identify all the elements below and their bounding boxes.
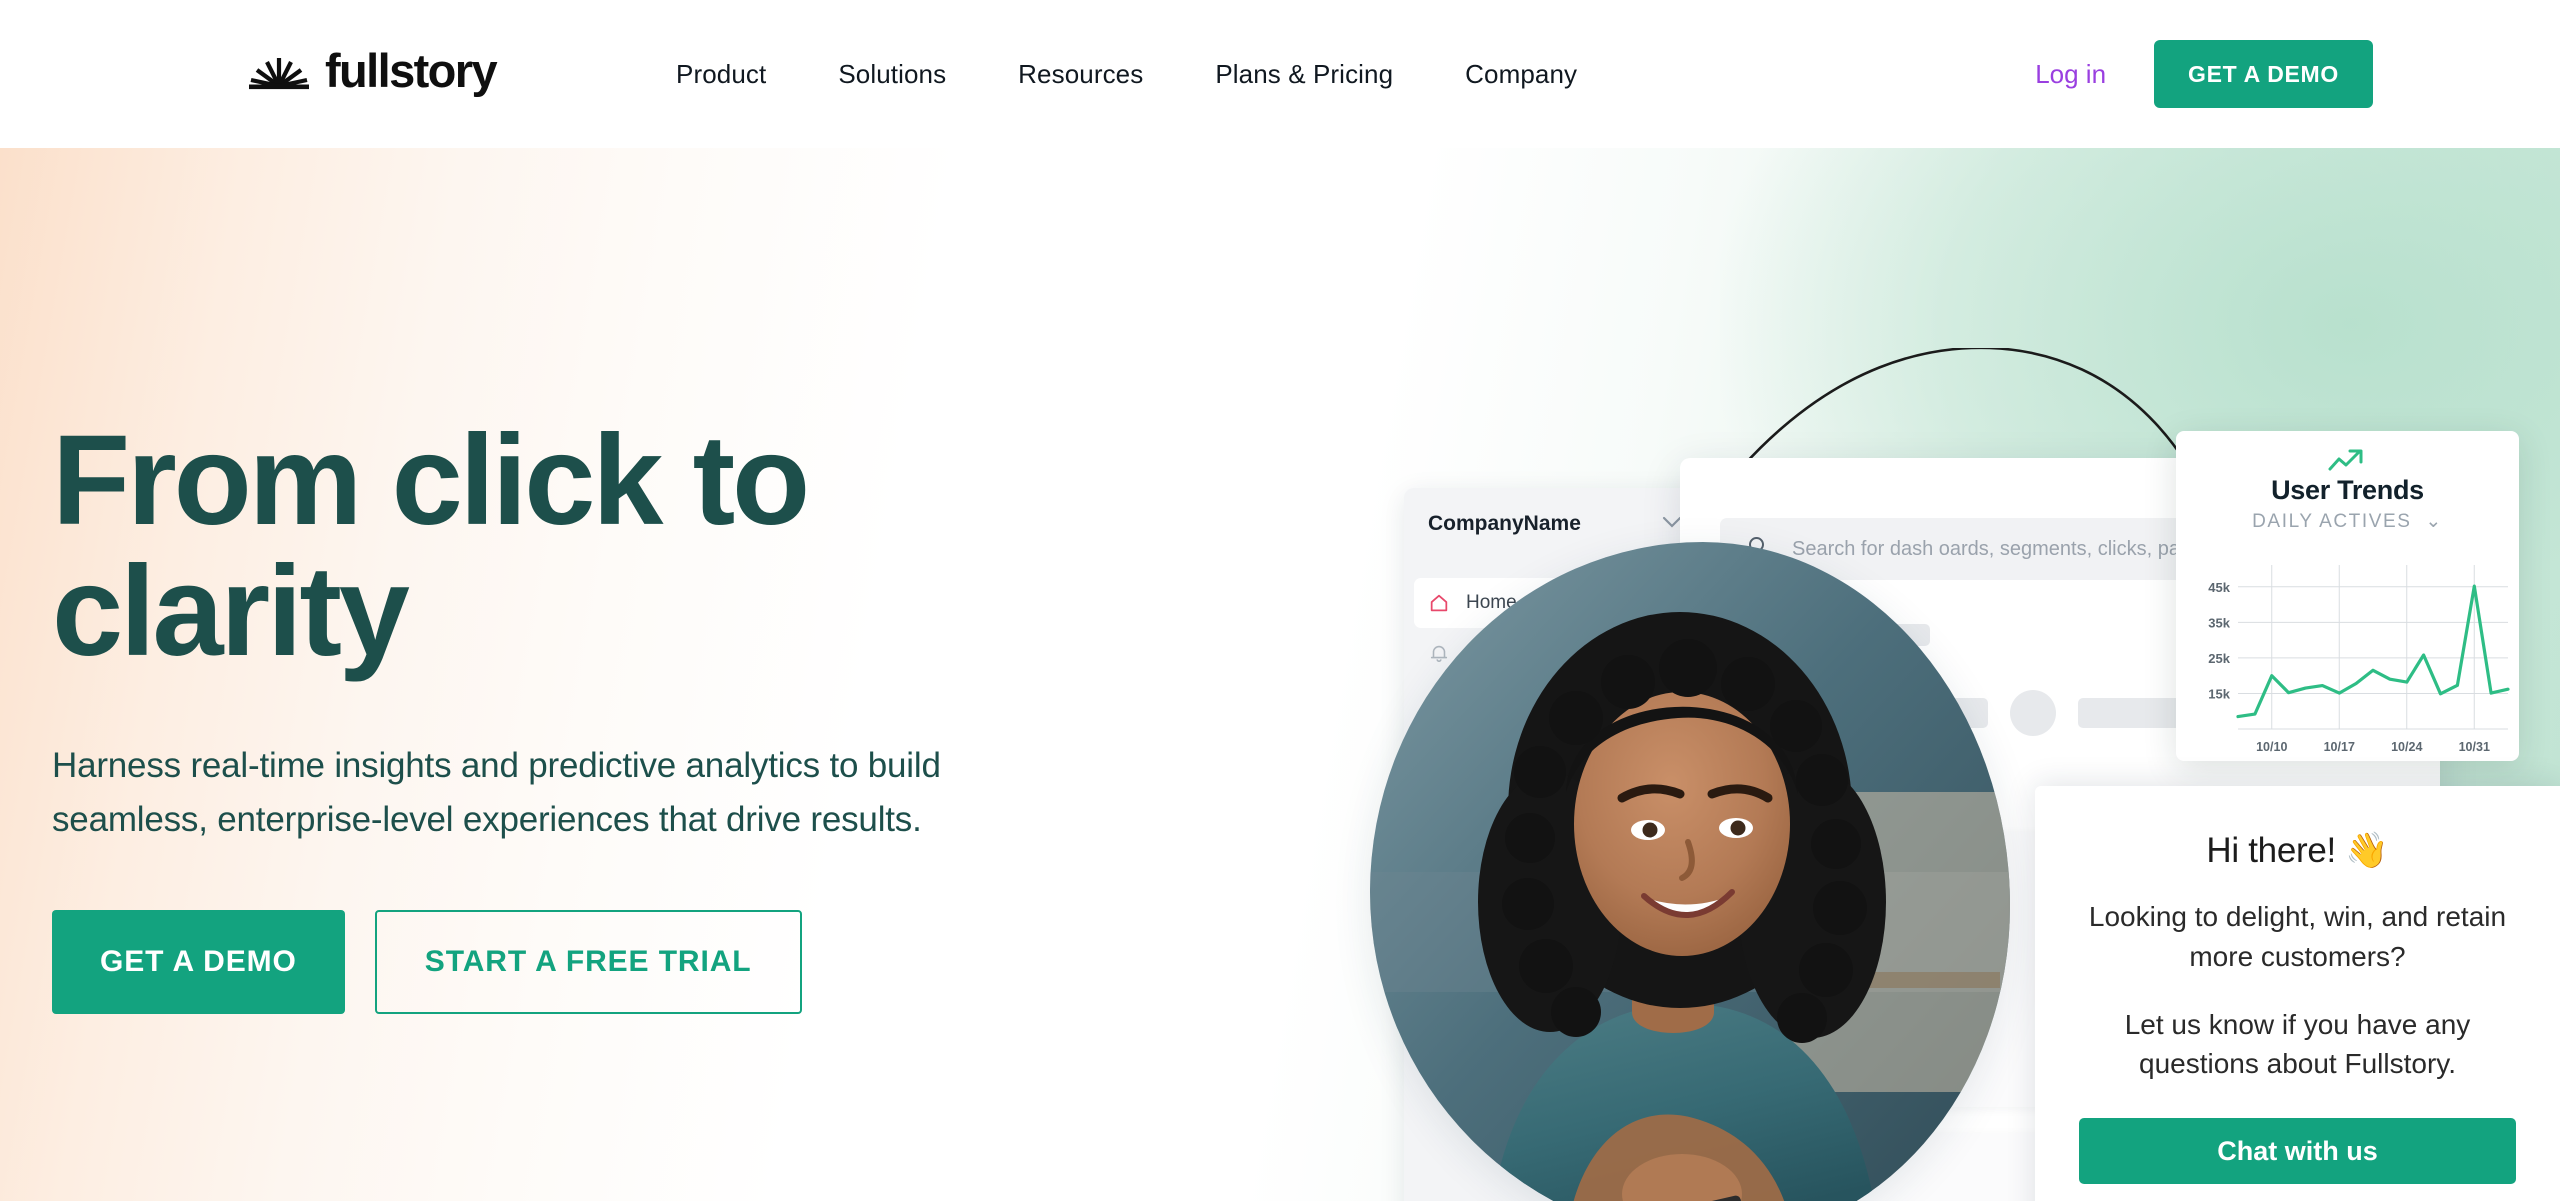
login-link[interactable]: Log in xyxy=(2035,59,2106,90)
svg-text:10/17: 10/17 xyxy=(2324,740,2355,754)
home-icon xyxy=(1428,592,1450,614)
nav-item-plans-pricing[interactable]: Plans & Pricing xyxy=(1179,59,1429,90)
chat-paragraph-2: Let us know if you have any questions ab… xyxy=(2124,1008,2471,1080)
hero-copy: From click to clarity Harness real-time … xyxy=(52,409,1232,1014)
header-actions: Log in GET A DEMO xyxy=(2035,0,2373,148)
svg-text:10/31: 10/31 xyxy=(2459,740,2490,754)
hero-start-free-trial-button[interactable]: START A FREE TRIAL xyxy=(374,909,802,1014)
svg-text:25k: 25k xyxy=(2208,651,2230,666)
fullstory-wordmark: fullstory xyxy=(325,43,498,97)
chat-with-us-button[interactable]: Chat with us xyxy=(2079,1118,2516,1184)
chevron-down-icon xyxy=(1662,513,1682,535)
chart-subtitle-dropdown[interactable]: DAILY ACTIVES ⌄ xyxy=(2176,510,2519,533)
nav-item-product[interactable]: Product xyxy=(640,59,802,90)
chart-subtitle-label: DAILY ACTIVES xyxy=(2252,511,2412,532)
main-navigation: Product Solutions Resources Plans & Pric… xyxy=(640,0,1613,148)
user-trends-card[interactable]: User Trends DAILY ACTIVES ⌄ 15k 25k 35k 45k… xyxy=(2176,431,2519,761)
skeleton-avatar xyxy=(2010,690,2056,736)
hero-subtitle: Harness real-time insights and predictiv… xyxy=(52,746,941,840)
svg-text:10/10: 10/10 xyxy=(2256,740,2287,754)
bell-icon xyxy=(1428,642,1450,664)
mockup-company-name: CompanyName xyxy=(1428,512,1581,535)
nav-item-company[interactable]: Company xyxy=(1429,59,1613,90)
nav-item-resources[interactable]: Resources xyxy=(982,59,1179,90)
nav-item-solutions[interactable]: Solutions xyxy=(802,59,982,90)
fullstory-sunburst-icon xyxy=(247,50,311,90)
chart-title: User Trends xyxy=(2271,475,2424,505)
chevron-down-icon: ⌄ xyxy=(2418,511,2443,532)
chat-greeting: Hi there! 👋 xyxy=(2206,831,2389,870)
svg-text:10/24: 10/24 xyxy=(2391,740,2422,754)
hero-cta-group: GET A DEMO START A FREE TRIAL xyxy=(52,909,1232,1014)
page-title: From click to clarity xyxy=(52,409,810,683)
hero-section: From click to clarity Harness real-time … xyxy=(0,148,2560,1201)
svg-text:15k: 15k xyxy=(2208,686,2230,701)
fullstory-logo[interactable]: fullstory xyxy=(247,42,498,98)
user-trends-line-chart: 15k 25k 35k 45k 10/10 10/17 10/24 10/31 xyxy=(2208,565,2510,754)
hero-get-a-demo-button[interactable]: GET A DEMO xyxy=(52,909,345,1014)
svg-text:35k: 35k xyxy=(2208,615,2230,630)
chat-paragraph-1: Looking to delight, win, and retain more… xyxy=(2088,901,2507,972)
trend-up-icon xyxy=(2176,447,2519,473)
site-header: fullstory Product Solutions Resources Pl… xyxy=(0,0,2560,148)
header-get-a-demo-button[interactable]: GET A DEMO xyxy=(2154,40,2373,108)
chat-widget: Hi there! 👋 Looking to delight, win, and… xyxy=(2035,786,2560,1201)
svg-text:45k: 45k xyxy=(2208,580,2230,595)
